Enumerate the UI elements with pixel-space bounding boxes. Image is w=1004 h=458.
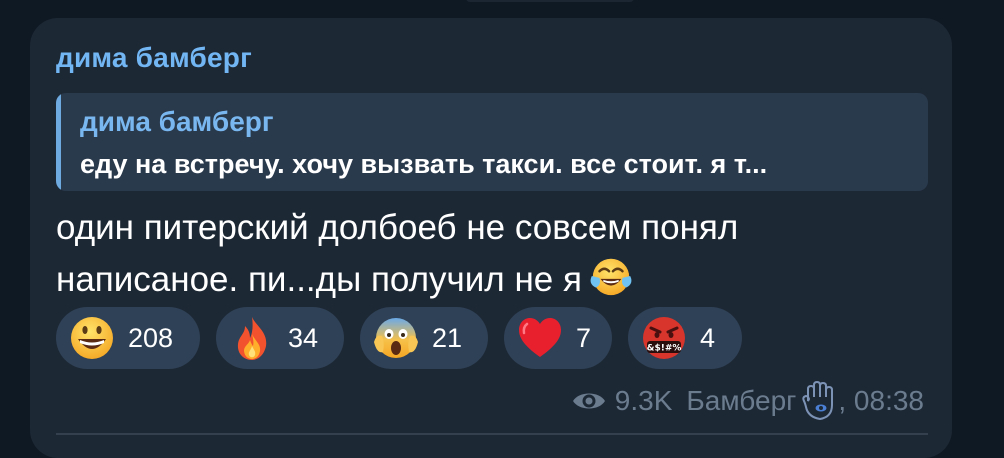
message-text: один питерский долбоеб не совсем понял н…: [56, 208, 739, 299]
reaction-count: 4: [700, 323, 716, 353]
reaction-screaming[interactable]: 21: [360, 307, 488, 369]
reaction-grinning[interactable]: 208: [56, 307, 200, 369]
reactions-bar: 208 34 21 7 &$!#% 4: [56, 307, 756, 371]
reply-preview[interactable]: дима бамберг еду на встречу. хочу вызват…: [56, 93, 928, 191]
reaction-heart[interactable]: 7: [504, 307, 612, 369]
red-heart-icon: [519, 318, 561, 357]
eye-icon: [572, 393, 605, 409]
reply-accent-bar: [56, 93, 61, 191]
message-footer: 9.3K Бамберг , 08:38: [571, 381, 924, 421]
reaction-fire[interactable]: 34: [216, 307, 344, 369]
reaction-count: 7: [576, 323, 592, 353]
message-body: один питерский долбоеб не совсем понял н…: [56, 203, 916, 305]
author-signature: Бамберг: [686, 385, 797, 416]
reply-author: дима бамберг: [80, 106, 274, 137]
reaction-count: 21: [432, 323, 463, 353]
reaction-cursing[interactable]: &$!#% 4: [628, 307, 742, 369]
screaming-face-icon: [374, 318, 418, 358]
divider: [56, 433, 928, 435]
top-scroll-indicator: [466, 0, 634, 2]
hamsa-icon: [802, 381, 834, 421]
fire-icon: [237, 317, 267, 360]
sender-name[interactable]: дима бамберг: [56, 40, 252, 76]
face-with-tears-of-joy-icon: [590, 258, 632, 296]
svg-text:&$!#%: &$!#%: [647, 344, 682, 354]
face-with-symbols-icon: &$!#%: [643, 317, 685, 359]
message-time: , 08:38: [838, 385, 924, 416]
views-count: 9.3K: [614, 385, 673, 416]
reaction-count: 34: [288, 323, 319, 353]
grinning-face-icon: [71, 317, 113, 359]
reply-text: еду на встречу. хочу вызвать такси. все …: [80, 149, 768, 179]
reaction-count: 208: [128, 323, 174, 353]
